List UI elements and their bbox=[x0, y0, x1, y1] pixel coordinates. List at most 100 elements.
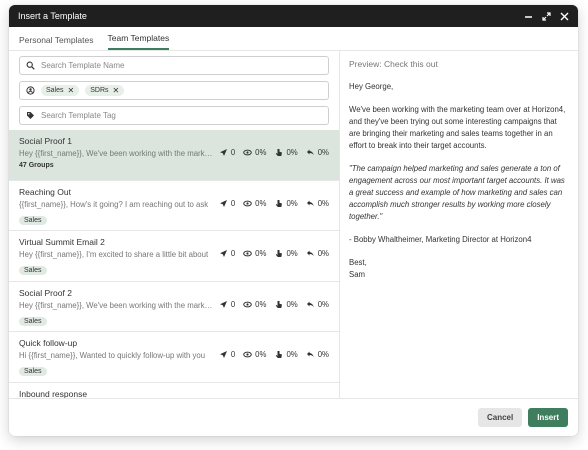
group-filter-field[interactable]: Sales ✕ SDRs ✕ bbox=[19, 81, 329, 100]
send-icon bbox=[219, 351, 227, 358]
eye-icon bbox=[243, 200, 252, 206]
stat-replied: 0% bbox=[306, 148, 329, 157]
template-list: Social Proof 1 Hey {{first_name}}, We've… bbox=[9, 130, 339, 398]
group-chip-label: Sales bbox=[46, 87, 64, 94]
template-row[interactable]: Quick follow-up Hi {{first_name}}, Wante… bbox=[9, 332, 339, 383]
send-icon bbox=[219, 149, 227, 156]
stat-replied: 0% bbox=[306, 249, 329, 258]
stat-opened: 0% bbox=[243, 300, 266, 309]
eye-icon bbox=[243, 351, 252, 358]
template-group-tag: Sales bbox=[19, 367, 47, 376]
search-template-name-field[interactable]: Search Template Name bbox=[19, 56, 329, 75]
template-row[interactable]: Virtual Summit Email 2 Hey {{first_name}… bbox=[9, 231, 339, 282]
modal-title: Insert a Template bbox=[18, 11, 87, 21]
modal-footer: Cancel Insert bbox=[9, 398, 578, 436]
template-tabs: Personal Templates Team Templates bbox=[9, 27, 578, 51]
template-name: Social Proof 2 bbox=[19, 287, 72, 298]
stat-clicked: 0% bbox=[274, 249, 298, 258]
template-preview-snippet: {{first_name}}, How's it going? I am rea… bbox=[19, 199, 209, 209]
eye-icon bbox=[243, 149, 252, 156]
insert-button[interactable]: Insert bbox=[528, 408, 568, 427]
click-icon bbox=[276, 351, 283, 358]
insert-template-modal: Insert a Template Personal Templates Tea… bbox=[9, 5, 578, 436]
template-groups-count: 47 Groups bbox=[19, 162, 54, 169]
search-template-tag-field[interactable]: Search Template Tag bbox=[19, 106, 329, 125]
eye-icon bbox=[243, 250, 252, 257]
template-row[interactable]: Social Proof 2 Hey {{first_name}}, We've… bbox=[9, 282, 339, 332]
stat-opened: 0% bbox=[243, 249, 266, 258]
send-icon bbox=[219, 300, 227, 308]
template-group-tag: Sales bbox=[19, 215, 47, 225]
template-preview-snippet: Hey {{first_name}}, We've been working w… bbox=[19, 300, 216, 310]
preview-greeting: Hey George, bbox=[349, 82, 394, 91]
eye-icon bbox=[243, 301, 252, 307]
preview-signoff: Best, bbox=[349, 258, 367, 267]
stat-sent: 0 bbox=[219, 199, 235, 208]
reply-icon bbox=[306, 250, 314, 257]
stat-sent: 0 bbox=[219, 300, 235, 309]
group-chip-sales: Sales ✕ bbox=[41, 85, 80, 96]
template-stats: 0 0% 0% 0% bbox=[219, 350, 329, 359]
preview-signature: Sam bbox=[349, 270, 366, 279]
preview-quote: "The campaign helped marketing and sales… bbox=[349, 164, 565, 221]
template-name: Virtual Summit Email 2 bbox=[19, 237, 105, 247]
minimize-icon[interactable] bbox=[523, 11, 533, 21]
template-row[interactable]: Reaching Out {{first_name}}, How's it go… bbox=[9, 181, 339, 231]
stat-opened: 0% bbox=[243, 199, 266, 208]
template-stats: 0 0% 0% 0% bbox=[219, 249, 329, 258]
preview-title: Preview: Check this out bbox=[349, 59, 438, 69]
close-icon[interactable] bbox=[559, 11, 569, 21]
search-icon bbox=[26, 61, 35, 70]
send-icon bbox=[219, 250, 227, 257]
template-list-panel: Search Template Name Sales ✕ SDRs ✕ Sear… bbox=[9, 51, 340, 398]
stat-replied: 0% bbox=[306, 199, 329, 208]
template-name: Inbound response bbox=[19, 388, 88, 399]
search-template-tag-placeholder: Search Template Tag bbox=[41, 111, 116, 120]
stat-opened: 0% bbox=[243, 350, 266, 359]
group-chip-sdrs: SDRs ✕ bbox=[85, 85, 125, 96]
tag-icon bbox=[26, 111, 35, 120]
group-chip-label: SDRs bbox=[90, 87, 109, 94]
template-preview-panel: Preview: Check this out Hey George, We'v… bbox=[340, 51, 578, 398]
search-template-name-placeholder: Search Template Name bbox=[41, 61, 125, 70]
click-icon bbox=[276, 199, 283, 207]
remove-chip-icon[interactable]: ✕ bbox=[68, 86, 75, 95]
cancel-button[interactable]: Cancel bbox=[477, 408, 523, 427]
tab-team-templates[interactable]: Team Templates bbox=[107, 33, 170, 50]
stat-sent: 0 bbox=[219, 350, 235, 359]
template-preview-snippet: Hi {{first_name}}, Wanted to quickly fol… bbox=[19, 351, 206, 360]
template-name: Quick follow-up bbox=[19, 338, 78, 348]
template-stats: 0 0% 0% 0% bbox=[219, 148, 329, 157]
template-name: Reaching Out bbox=[19, 186, 71, 197]
template-group-tag: Sales bbox=[19, 266, 47, 275]
stat-sent: 0 bbox=[219, 249, 235, 258]
expand-icon[interactable] bbox=[541, 11, 551, 21]
reply-icon bbox=[306, 149, 314, 156]
template-stats: 0 0% 0% 0% bbox=[219, 199, 329, 208]
preview-attribution: - Bobby Whaltheimer, Marketing Director … bbox=[349, 235, 532, 244]
preview-signoff-block: Best, Sam bbox=[349, 257, 569, 281]
stat-clicked: 0% bbox=[274, 199, 298, 208]
window-controls bbox=[523, 11, 569, 21]
click-icon bbox=[276, 300, 283, 308]
groups-icon bbox=[26, 86, 35, 95]
template-preview-snippet: Hey {{first_name}}, I'm excited to share… bbox=[19, 250, 209, 259]
template-row[interactable]: Social Proof 1 Hey {{first_name}}, We've… bbox=[9, 130, 339, 181]
remove-chip-icon[interactable]: ✕ bbox=[113, 86, 120, 95]
reply-icon bbox=[306, 351, 314, 358]
stat-sent: 0 bbox=[219, 148, 235, 157]
click-icon bbox=[276, 250, 283, 257]
click-icon bbox=[276, 149, 283, 156]
tab-personal-templates[interactable]: Personal Templates bbox=[19, 35, 94, 50]
template-group-tag: Sales bbox=[19, 316, 47, 326]
modal-body: Search Template Name Sales ✕ SDRs ✕ Sear… bbox=[9, 51, 578, 398]
reply-icon bbox=[306, 301, 314, 307]
reply-icon bbox=[306, 200, 314, 206]
template-preview-snippet: Hey {{first_name}}, We've been working w… bbox=[19, 149, 216, 158]
template-name: Social Proof 1 bbox=[19, 136, 72, 146]
template-stats: 0 0% 0% 0% bbox=[219, 300, 329, 309]
stat-clicked: 0% bbox=[274, 148, 298, 157]
stat-clicked: 0% bbox=[274, 350, 298, 359]
stat-replied: 0% bbox=[306, 300, 329, 309]
template-row[interactable]: Inbound response bbox=[9, 383, 339, 399]
